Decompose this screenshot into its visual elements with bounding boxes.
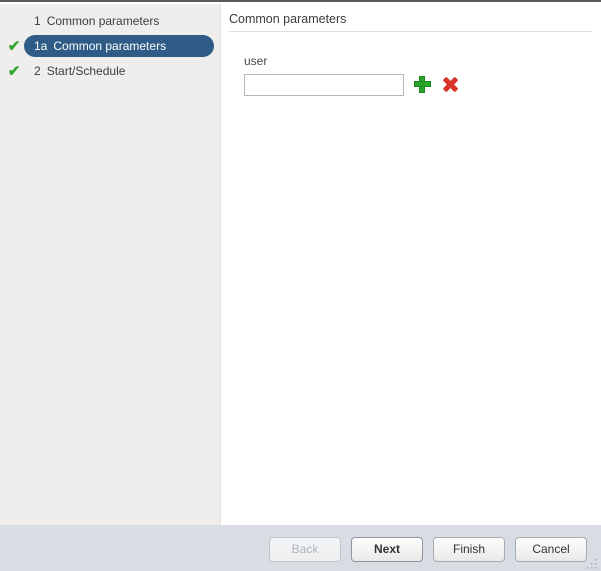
step-label: Common parameters (53, 39, 167, 53)
step-label: Common parameters (46, 14, 160, 28)
add-row-icon[interactable] (414, 76, 432, 94)
wizard-step-sidebar: 1 Common parameters ✔ 1a Common paramete… (0, 4, 221, 525)
step-label: Start/Schedule (46, 64, 126, 78)
step-number: 2 (34, 64, 41, 78)
step-number: 1a (34, 39, 48, 53)
check-icon: ✔ (7, 62, 21, 80)
sidebar-item-common-parameters-1a[interactable]: ✔ 1a Common parameters (4, 35, 216, 57)
remove-row-icon[interactable] (442, 76, 460, 94)
step-number: 1 (34, 14, 41, 28)
user-field-row (244, 74, 460, 96)
main-panel: Common parameters user (221, 4, 601, 525)
resize-grip-icon[interactable] (586, 558, 598, 570)
next-button[interactable]: Next (351, 536, 423, 562)
wizard-body: 1 Common parameters ✔ 1a Common paramete… (0, 4, 601, 525)
user-field-group: user (244, 54, 460, 96)
step-pill-selected: 1a Common parameters (24, 35, 214, 57)
check-icon: ✔ (7, 37, 21, 55)
user-input[interactable] (244, 74, 404, 96)
sidebar-item-common-parameters-1[interactable]: 1 Common parameters (4, 10, 216, 32)
sidebar-item-start-schedule[interactable]: ✔ 2 Start/Schedule (4, 60, 216, 82)
title-divider (229, 31, 592, 32)
step-pill: 2 Start/Schedule (24, 60, 137, 82)
dialog-button-bar: Back Next Finish Cancel (0, 525, 601, 571)
page-title: Common parameters (229, 12, 347, 26)
step-pill: 1 Common parameters (24, 10, 171, 32)
wizard-window: 1 Common parameters ✔ 1a Common paramete… (0, 0, 601, 571)
user-field-label: user (244, 54, 268, 68)
cancel-button[interactable]: Cancel (515, 536, 587, 562)
back-button[interactable]: Back (269, 536, 341, 562)
finish-button[interactable]: Finish (433, 536, 505, 562)
